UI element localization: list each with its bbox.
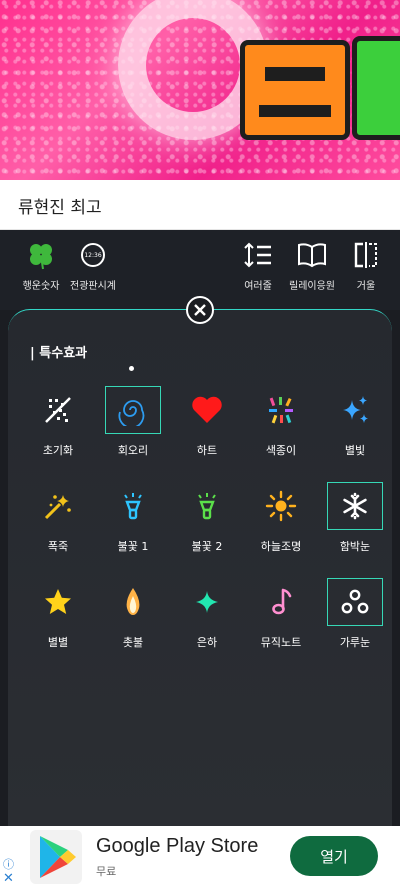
effect-reset[interactable]: 초기화	[29, 386, 87, 462]
ad-close-icon[interactable]: ✕	[3, 871, 14, 886]
effect-label: 회오리	[117, 444, 149, 457]
tool-led-clock[interactable]: 12:36 전광판시계	[66, 238, 120, 302]
effect-label: 하늘조명	[260, 540, 302, 553]
close-panel-button[interactable]	[186, 296, 214, 324]
sun-light-icon	[253, 482, 309, 530]
clock-icon: 12:36	[76, 238, 110, 272]
effect-label: 촛불	[122, 636, 144, 649]
effect-label: 하트	[196, 444, 218, 457]
music-note-icon	[253, 578, 309, 626]
effect-label: 함박눈	[339, 540, 371, 553]
torch-green-icon	[179, 482, 235, 530]
reset-sparkle-icon	[30, 386, 86, 434]
effect-label: 불꽃 2	[191, 540, 223, 553]
tool-mirror[interactable]: 거울	[346, 238, 386, 302]
tool-multi-line[interactable]: 여러줄	[238, 238, 278, 302]
play-store-logo-icon	[30, 830, 82, 884]
ad-info-icon[interactable]: ⓘ	[3, 856, 14, 872]
effect-powder-snow[interactable]: 가루눈	[326, 578, 384, 654]
ad-open-button[interactable]: 열기	[290, 836, 378, 876]
ad-subtitle: 무료	[96, 865, 117, 878]
effect-star[interactable]: 별별	[29, 578, 87, 654]
candle-flame-icon	[105, 578, 161, 626]
effect-label: 불꽃 1	[117, 540, 149, 553]
effect-sky-light[interactable]: 하늘조명	[252, 482, 310, 558]
thumbnail-letter-graphic-2	[352, 36, 400, 140]
mirror-icon	[349, 238, 383, 272]
confetti-icon	[253, 386, 309, 434]
effect-label: 별빛	[344, 444, 366, 457]
effect-candle[interactable]: 촛불	[104, 578, 162, 654]
special-effects-panel: | 특수효과 초기화 회오리 하트 색종이 별빛 폭죽 불꽃 1 불꽃 2 하늘…	[8, 309, 392, 829]
effect-label: 가루눈	[339, 636, 371, 649]
effect-torch-2[interactable]: 불꽃 2	[178, 482, 236, 558]
tool-label: 여러줄	[244, 281, 272, 292]
effect-label: 색종이	[265, 444, 297, 457]
video-thumbnail[interactable]	[0, 0, 400, 180]
effect-starlight[interactable]: 별빛	[326, 386, 384, 462]
effect-label: 초기화	[42, 444, 74, 457]
book-icon	[295, 238, 329, 272]
tool-relay-cheer[interactable]: 릴레이응원	[284, 238, 340, 302]
effect-music-note[interactable]: 뮤직노트	[252, 578, 310, 654]
effect-label: 폭죽	[47, 540, 69, 553]
snowflake-icon	[327, 482, 383, 530]
panel-heading: | 특수효과	[30, 346, 88, 361]
tool-label: 행운숫자	[22, 281, 60, 292]
effect-label: 은하	[196, 636, 218, 649]
effect-heart[interactable]: 하트	[178, 386, 236, 462]
ad-banner[interactable]: ⓘ ✕ Google Play Store 무료 열기	[0, 826, 400, 888]
heart-icon	[179, 386, 235, 434]
video-title: 류현진 최고	[0, 180, 400, 230]
clover-icon	[24, 238, 58, 272]
line-spacing-icon	[241, 238, 275, 272]
tool-lucky-number[interactable]: 행운숫자	[16, 238, 66, 302]
effect-whirlwind[interactable]: 회오리	[104, 386, 162, 462]
whirlwind-icon	[105, 386, 161, 434]
powder-snow-icon	[327, 578, 383, 626]
effect-label: 뮤직노트	[260, 636, 302, 649]
galaxy-sparkle-icon	[179, 578, 235, 626]
clock-time-text: 12:36	[81, 243, 105, 267]
ad-title: Google Play Store	[96, 835, 259, 857]
effect-confetti[interactable]: 색종이	[252, 386, 310, 462]
tool-label: 거울	[356, 281, 376, 292]
page-indicator-dot	[129, 366, 134, 371]
effect-torch-1[interactable]: 불꽃 1	[104, 482, 162, 558]
tool-label: 전광판시계	[70, 281, 116, 292]
effect-firecracker[interactable]: 폭죽	[29, 482, 87, 558]
sparkle-stars-icon	[327, 386, 383, 434]
effect-label: 별별	[47, 636, 69, 649]
effect-heavy-snow[interactable]: 함박눈	[326, 482, 384, 558]
thumbnail-letter-graphic	[240, 40, 350, 140]
firecracker-icon	[30, 482, 86, 530]
effect-galaxy[interactable]: 은하	[178, 578, 236, 654]
star-icon	[30, 578, 86, 626]
tool-label: 릴레이응원	[289, 281, 335, 292]
torch-blue-icon	[105, 482, 161, 530]
close-icon	[194, 304, 206, 316]
